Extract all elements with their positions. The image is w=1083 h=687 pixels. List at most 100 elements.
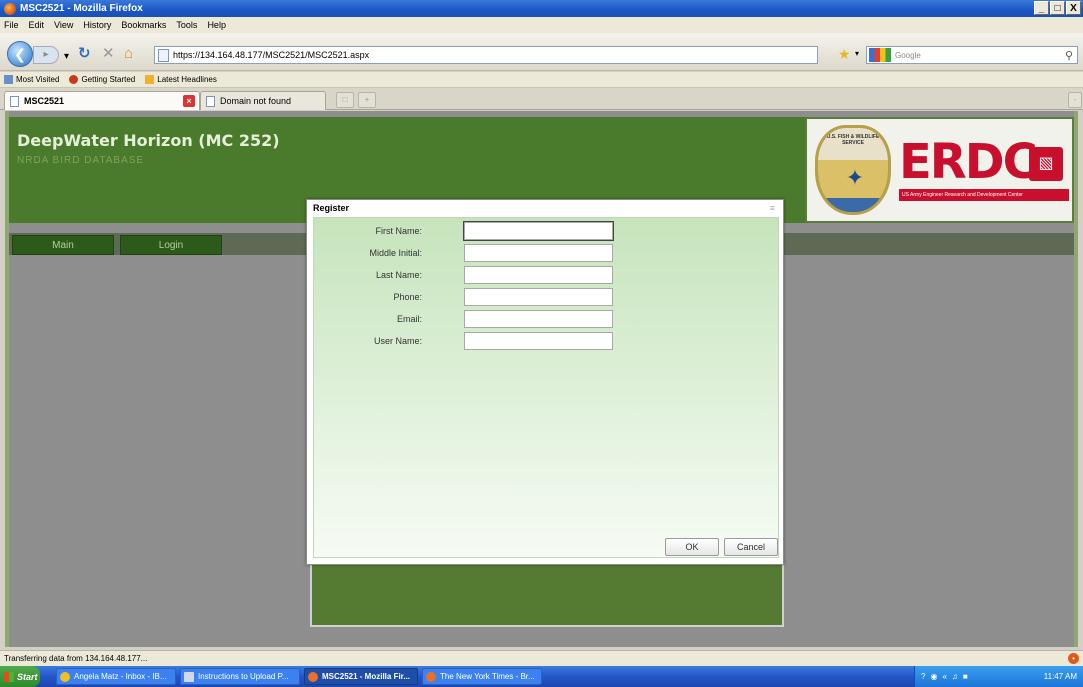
user-name-label: User Name:	[373, 336, 422, 346]
windows-logo-icon	[4, 671, 14, 682]
address-url: https://134.164.48.177/MSC2521/MSC2521.a…	[173, 50, 370, 60]
email-input[interactable]	[464, 310, 613, 328]
firefox-icon	[308, 671, 318, 682]
tab-msc2521[interactable]: MSC2521 ×	[4, 91, 200, 110]
address-bar[interactable]: https://134.164.48.177/MSC2521/MSC2521.a…	[154, 46, 818, 64]
security-icon[interactable]: ■	[963, 672, 968, 681]
search-bar[interactable]: Google ⚲	[866, 46, 1078, 64]
goose-icon: ✦	[845, 165, 865, 190]
phone-input[interactable]	[464, 288, 613, 306]
last-name-input[interactable]	[464, 266, 613, 284]
page-icon	[10, 95, 19, 107]
ok-button[interactable]: OK	[665, 538, 719, 556]
menu-edit[interactable]: Edit	[29, 20, 45, 30]
expand-tray-icon[interactable]: «	[942, 672, 946, 681]
new-tab-button[interactable]: +	[358, 92, 376, 108]
document-icon	[184, 671, 194, 682]
google-engine-icon[interactable]	[869, 48, 891, 62]
most-visited-icon	[4, 75, 13, 84]
status-text: Transferring data from 134.164.48.177...	[4, 654, 148, 663]
tab-domain-not-found[interactable]: Domain not found	[200, 91, 326, 110]
last-name-row: Last Name:	[314, 266, 778, 284]
middle-initial-input[interactable]	[464, 244, 613, 262]
nav-main-button[interactable]: Main	[12, 235, 114, 255]
menu-tools[interactable]: Tools	[176, 20, 197, 30]
castle-icon: ▧	[1029, 147, 1063, 181]
taskbar-item-nytimes[interactable]: The New York Times - Br...	[422, 668, 542, 685]
system-tray: ? ◉ « ♫ ■ 11:47 AM	[914, 666, 1083, 687]
rss-feed-icon	[145, 75, 155, 84]
email-label: Email:	[396, 314, 422, 324]
first-name-row: First Name:	[314, 221, 778, 241]
navigation-toolbar: ❮ ▸ ▾ ↻ ✕ ⌂ https://134.164.48.177/MSC25…	[0, 33, 1083, 71]
window-title: MSC2521 - Mozilla Firefox	[20, 3, 143, 14]
page-subtitle: NRDA BIRD DATABASE	[17, 155, 145, 166]
erdc-tagline: US Army Engineer Research and Developmen…	[899, 189, 1069, 201]
menu-help[interactable]: Help	[207, 20, 226, 30]
mail-icon	[60, 671, 70, 682]
search-icon[interactable]: ⚲	[1065, 49, 1073, 62]
minimize-button[interactable]: _	[1034, 1, 1049, 15]
taskbar-item-inbox[interactable]: Angela Matz - Inbox - IB...	[56, 668, 176, 685]
tab-strip: MSC2521 × Domain not found □ + -	[0, 88, 1083, 110]
firefox-icon	[426, 671, 436, 682]
close-window-button[interactable]: X	[1066, 1, 1081, 15]
bookmark-latest-headlines[interactable]: Latest Headlines	[145, 75, 217, 84]
loading-icon: •	[1068, 653, 1079, 664]
tab-list-icon[interactable]: □	[336, 92, 354, 108]
forward-button[interactable]: ▸	[33, 46, 59, 64]
page-icon	[158, 48, 169, 62]
menu-view[interactable]: View	[54, 20, 73, 30]
help-icon[interactable]: ?	[921, 672, 925, 681]
dialog-title: Register	[307, 200, 783, 216]
usfws-seal-logo: U.S. FISH & WILDLIFE SERVICE ✦	[815, 125, 891, 215]
erdc-logo: ERDC	[899, 134, 1038, 190]
search-placeholder: Google	[895, 50, 921, 60]
bookmark-getting-started[interactable]: Getting Started	[69, 75, 135, 84]
nav-login-button[interactable]: Login	[120, 235, 222, 255]
taskbar-item-instructions[interactable]: Instructions to Upload P...	[180, 668, 300, 685]
close-tab-icon[interactable]: ×	[183, 95, 195, 107]
user-name-row: User Name:	[314, 332, 778, 350]
email-row: Email:	[314, 310, 778, 328]
back-button[interactable]: ❮	[7, 41, 33, 67]
firefox-bookmark-icon	[69, 75, 79, 84]
menu-bookmarks[interactable]: Bookmarks	[121, 20, 166, 30]
start-button[interactable]: Start	[0, 666, 40, 687]
phone-label: Phone:	[393, 292, 422, 302]
first-name-input[interactable]	[463, 221, 614, 241]
first-name-label: First Name:	[375, 226, 422, 236]
logo-panel: U.S. FISH & WILDLIFE SERVICE ✦ ERDC ▧ US…	[805, 117, 1074, 223]
bookmarks-toolbar: Most Visited Getting Started Latest Head…	[0, 72, 1083, 88]
register-dialog: Register ≡ First Name: Middle Initial: L…	[306, 199, 784, 565]
dialog-backdrop-panel	[310, 557, 784, 627]
page-icon	[206, 95, 215, 107]
firefox-icon	[4, 2, 16, 15]
window-controls: _ □ X	[1034, 1, 1081, 15]
stop-icon[interactable]: ✕	[102, 45, 115, 63]
tab-scroll-icon[interactable]: -	[1068, 92, 1082, 108]
window-title-bar: MSC2521 - Mozilla Firefox _ □ X	[0, 0, 1083, 17]
middle-initial-label: Middle Initial:	[369, 248, 422, 258]
page-title: DeepWater Horizon (MC 252)	[17, 131, 280, 150]
menu-history[interactable]: History	[83, 20, 111, 30]
bookmark-most-visited[interactable]: Most Visited	[4, 75, 59, 84]
dialog-body: First Name: Middle Initial: Last Name: P…	[313, 217, 779, 558]
menu-file[interactable]: File	[4, 20, 19, 30]
clock: 11:47 AM	[1043, 672, 1077, 681]
dropdown-arrow-icon[interactable]: ▾	[855, 49, 859, 58]
dialog-menu-icon[interactable]: ≡	[770, 200, 775, 216]
bookmark-star-icon[interactable]: ★	[838, 46, 851, 63]
reload-icon[interactable]: ↻	[78, 45, 91, 63]
history-dropdown-icon[interactable]: ▾	[64, 48, 69, 66]
volume-icon[interactable]: ♫	[952, 672, 958, 681]
home-icon[interactable]: ⌂	[124, 45, 133, 63]
network-icon[interactable]: ◉	[930, 672, 937, 681]
cancel-button[interactable]: Cancel	[724, 538, 778, 556]
taskbar-item-firefox[interactable]: MSC2521 - Mozilla Fir...	[304, 668, 418, 685]
taskbar: Start Angela Matz - Inbox - IB... Instru…	[0, 666, 1083, 687]
maximize-button[interactable]: □	[1050, 1, 1065, 15]
middle-initial-row: Middle Initial:	[314, 244, 778, 262]
user-name-input[interactable]	[464, 332, 613, 350]
phone-row: Phone:	[314, 288, 778, 306]
